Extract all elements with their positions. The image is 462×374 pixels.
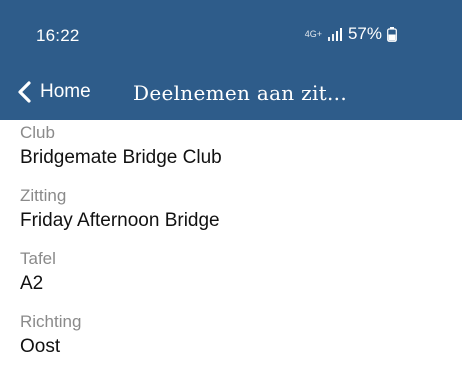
battery-percentage: 57% (347, 24, 382, 43)
back-button-label: Home (40, 81, 91, 102)
status-bar: 16:22 4G+ 57% (0, 0, 462, 64)
field-session: Zitting Friday Afternoon Bridge (20, 183, 440, 246)
field-value: Bridgemate Bridge Club (20, 147, 222, 168)
signal-bars-icon (327, 28, 342, 41)
field-label: Zitting (20, 186, 67, 205)
field-value: Oost (20, 336, 61, 357)
field-value: Friday Afternoon Bridge (20, 210, 220, 231)
field-label: Tafel (20, 249, 56, 268)
field-value: A2 (20, 273, 44, 294)
field-label: Richting (20, 312, 82, 331)
app-bar: Home Deelnemen aan zit... (0, 64, 462, 120)
field-club: Club Bridgemate Bridge Club (20, 120, 440, 183)
network-type: 4G+ (304, 28, 322, 39)
app-header: 16:22 4G+ 57% Home Deelnemen aan zit... (0, 0, 462, 120)
field-table: Tafel A2 (20, 246, 440, 309)
status-time: 16:22 (36, 26, 80, 45)
back-button[interactable]: Home (16, 74, 91, 110)
page-title: Deelnemen aan zit... (133, 81, 347, 105)
status-indicators: 4G+ 57% (305, 24, 397, 44)
chevron-left-icon (18, 81, 31, 103)
session-details: Club Bridgemate Bridge Club Zitting Frid… (20, 120, 440, 372)
battery-icon (387, 26, 397, 42)
field-label: Club (20, 123, 55, 142)
field-direction: Richting Oost (20, 309, 440, 372)
